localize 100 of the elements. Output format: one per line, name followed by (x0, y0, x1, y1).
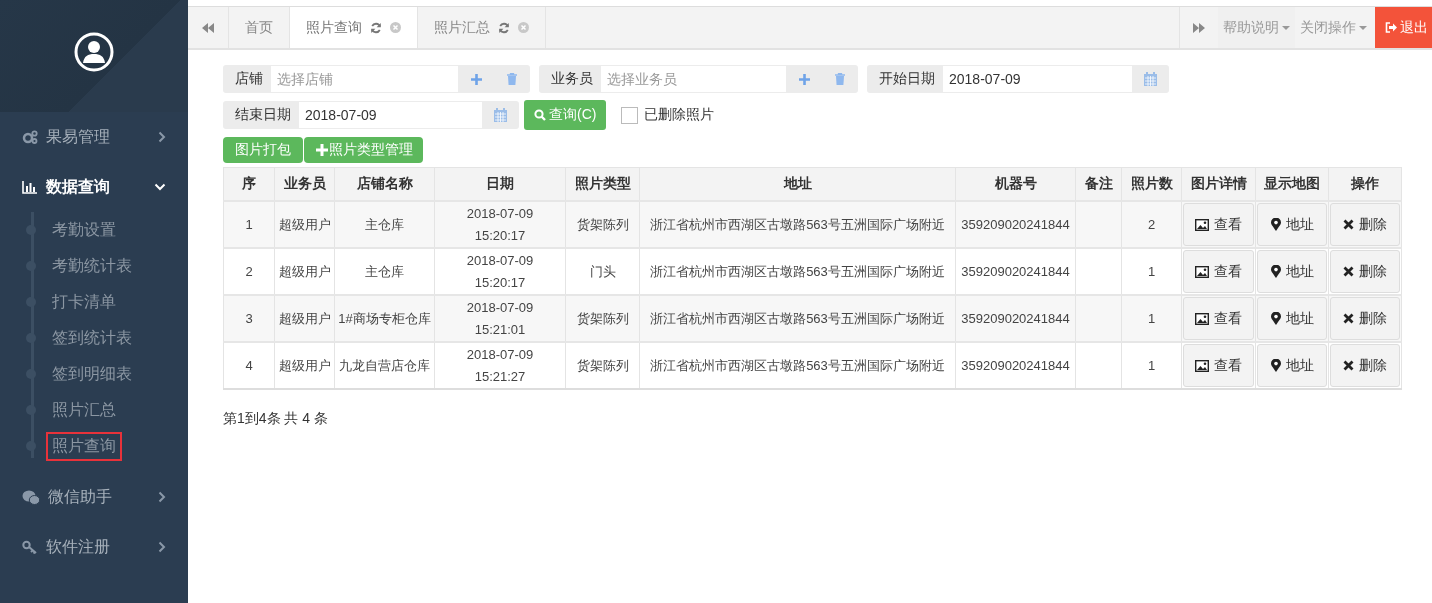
menu-label: 软件注册 (46, 536, 111, 557)
column-header[interactable]: 照片数 (1121, 167, 1182, 201)
picture-icon (1195, 265, 1209, 278)
page-tab[interactable]: 照片查询 (290, 7, 418, 48)
checkbox[interactable] (621, 106, 639, 124)
sidebar-menu-item[interactable]: 数据查询 (0, 162, 188, 212)
column-header[interactable]: 机器号 (955, 167, 1076, 201)
delete-button[interactable]: 删除 (1330, 344, 1400, 387)
pagination-info: 第1到4条 共 4 条 (222, 409, 330, 428)
table-cell: 超级用户 (274, 295, 335, 342)
table-cell: 浙江省杭州市西湖区古墩路563号五洲国际广场附近 (639, 342, 956, 389)
table-cell: 货架陈列 (565, 342, 640, 389)
plus-icon (316, 144, 328, 156)
picture-icon (1195, 218, 1209, 231)
gears-icon (22, 130, 38, 144)
picker-field[interactable]: 选择业务员 (601, 66, 786, 92)
cross-icon (1343, 266, 1354, 277)
sidebar-menu-item[interactable]: 微信助手 (0, 472, 188, 522)
close-icon[interactable] (518, 22, 529, 33)
table-cell: 3 (223, 295, 275, 342)
double-right-arrow-icon[interactable] (1193, 22, 1205, 33)
sidebar-subitem[interactable]: 签到明细表 (46, 359, 138, 389)
refresh-icon[interactable] (498, 21, 510, 34)
sidebar-subitem[interactable]: 照片汇总 (46, 395, 122, 425)
key-icon (22, 540, 38, 554)
table-cell: 2018-07-09 15:21:27 (434, 342, 566, 389)
refresh-icon[interactable] (370, 21, 382, 34)
picture-icon (1195, 359, 1209, 372)
sidebar-menu-item[interactable]: 软件注册 (0, 522, 188, 572)
column-header[interactable]: 日期 (434, 167, 566, 201)
sidebar-subitem[interactable]: 签到统计表 (46, 323, 138, 353)
column-header[interactable]: 操作 (1328, 167, 1402, 201)
sidebar-subitem[interactable]: 照片查询 (46, 431, 122, 461)
trash-icon[interactable] (835, 73, 845, 85)
plus-icon[interactable] (798, 73, 810, 85)
chevron-right-icon (158, 541, 166, 553)
date-field[interactable]: 2018-07-09 (943, 66, 1132, 92)
sidebar-menu-item[interactable]: 果易管理 (0, 112, 188, 162)
map-button[interactable]: 地址 (1257, 203, 1327, 246)
map-button[interactable]: 地址 (1257, 250, 1327, 293)
bar-chart-icon (22, 180, 38, 194)
calendar-icon[interactable] (1144, 72, 1157, 86)
double-left-arrow-icon[interactable] (202, 22, 214, 33)
table-cell: 359209020241844 (955, 342, 1076, 389)
search-icon (534, 109, 546, 121)
map-button[interactable]: 地址 (1257, 344, 1327, 387)
menu-label: 果易管理 (46, 126, 111, 147)
sidebar-subitem[interactable]: 考勤统计表 (46, 251, 138, 281)
menu-label: 数据查询 (46, 176, 111, 197)
map-button[interactable]: 地址 (1257, 297, 1327, 340)
table-cell: 2 (1121, 201, 1182, 248)
view-button[interactable]: 查看 (1183, 344, 1254, 387)
table-cell: 1#商场专柜仓库 (334, 295, 435, 342)
field-label: 业务员 (550, 69, 594, 88)
column-header[interactable]: 店铺名称 (334, 167, 435, 201)
plus-icon[interactable] (470, 73, 482, 85)
delete-button[interactable]: 删除 (1330, 250, 1400, 293)
column-header[interactable]: 照片类型 (565, 167, 640, 201)
sign-out-icon (1385, 22, 1397, 33)
user-avatar-icon[interactable] (74, 32, 114, 72)
close-icon[interactable] (390, 22, 401, 33)
menu-label: 微信助手 (48, 486, 113, 507)
table-cell: 超级用户 (274, 342, 335, 389)
table-cell: 货架陈列 (565, 201, 640, 248)
picker-field[interactable]: 选择店铺 (271, 66, 458, 92)
chevron-right-icon (158, 491, 166, 503)
view-button[interactable]: 查看 (1183, 203, 1254, 246)
delete-button[interactable]: 删除 (1330, 203, 1400, 246)
calendar-icon[interactable] (494, 108, 507, 122)
sidebar-subitem[interactable]: 考勤设置 (46, 215, 122, 245)
field-label: 结束日期 (234, 105, 292, 124)
column-header[interactable]: 序 (223, 167, 275, 201)
trash-icon[interactable] (507, 73, 517, 85)
delete-button[interactable]: 删除 (1330, 297, 1400, 340)
column-header[interactable]: 地址 (639, 167, 956, 201)
view-button[interactable]: 查看 (1183, 250, 1254, 293)
table-cell: 1 (1121, 342, 1182, 389)
table-cell: 359209020241844 (955, 295, 1076, 342)
table-cell: 超级用户 (274, 201, 335, 248)
map-pin-icon (1270, 359, 1281, 372)
chevron-right-icon (158, 131, 166, 143)
column-header[interactable]: 显示地图 (1255, 167, 1329, 201)
sidebar-subitem[interactable]: 打卡清单 (46, 287, 122, 317)
table-cell: 2018-07-09 15:20:17 (434, 201, 566, 248)
table-cell: 2018-07-09 15:21:01 (434, 295, 566, 342)
column-header[interactable]: 图片详情 (1181, 167, 1256, 201)
tab-label: 照片查询 (306, 18, 362, 37)
table-cell: 1 (1121, 295, 1182, 342)
cross-icon (1343, 219, 1354, 230)
deleted-photos-checkbox[interactable]: 已删除照片 (621, 106, 715, 124)
cross-icon (1343, 313, 1354, 324)
field-label: 店铺 (234, 69, 264, 88)
table-cell: 浙江省杭州市西湖区古墩路563号五洲国际广场附近 (639, 295, 956, 342)
column-header[interactable]: 业务员 (274, 167, 335, 201)
tab-label: 照片汇总 (434, 18, 490, 37)
date-field[interactable]: 2018-07-09 (299, 102, 482, 128)
view-button[interactable]: 查看 (1183, 297, 1254, 340)
column-header[interactable]: 备注 (1075, 167, 1122, 201)
chat-bubbles-icon (22, 489, 40, 505)
map-pin-icon (1270, 218, 1281, 231)
